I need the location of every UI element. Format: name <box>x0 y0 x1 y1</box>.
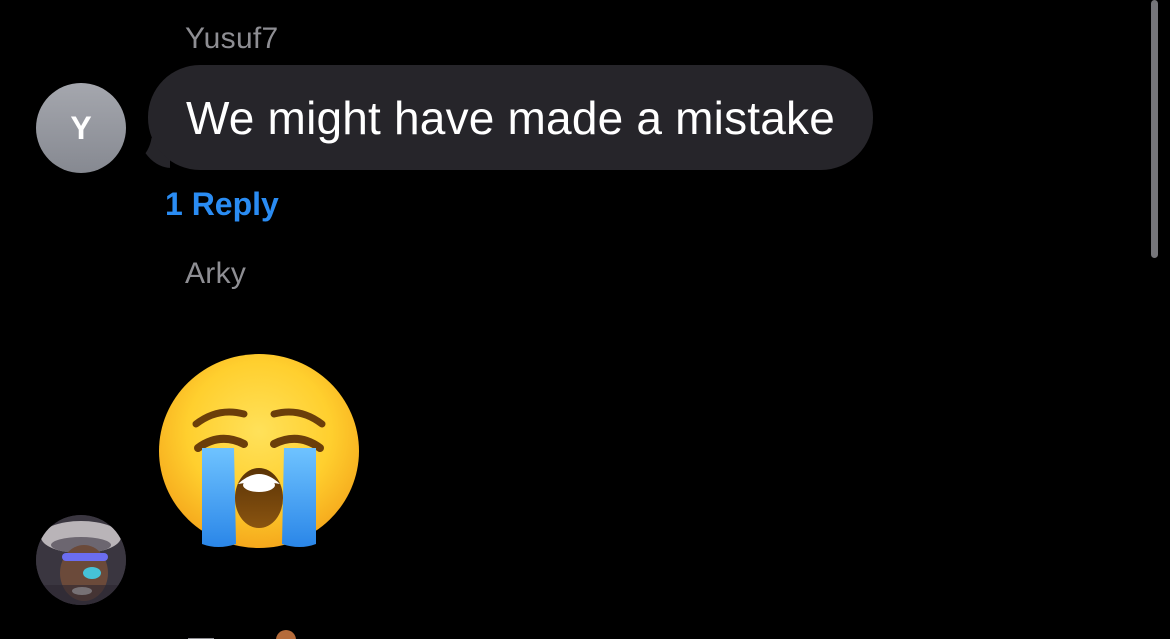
message-bubble[interactable]: We might have made a mistake <box>148 65 874 170</box>
loudly-crying-face-emoji[interactable] <box>158 352 360 550</box>
user-photo-avatar-icon <box>36 515 126 605</box>
reply-count-link[interactable]: 1 Reply <box>165 186 279 223</box>
sender-name-arky: Arky <box>185 257 247 290</box>
sender-name-yusuf7: Yusuf7 <box>185 22 279 55</box>
crying-face-icon <box>159 354 359 548</box>
chat-thread: Yusuf7 Y We might have made a mistake 1 … <box>0 0 1170 639</box>
message-text: We might have made a mistake <box>186 91 836 144</box>
avatar-photo-arky[interactable] <box>36 515 126 605</box>
partial-content-icon <box>188 630 296 639</box>
next-message-partial <box>186 628 306 639</box>
scrollbar[interactable] <box>1151 0 1158 258</box>
avatar-initial-yusuf7[interactable]: Y <box>36 83 126 173</box>
